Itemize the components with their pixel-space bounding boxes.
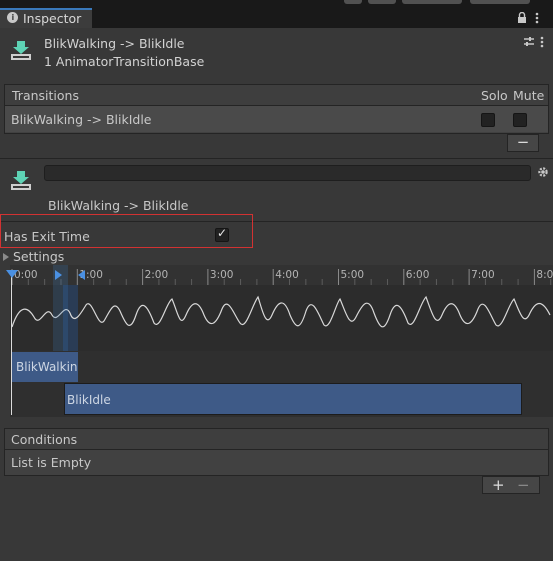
preset-sliders-icon[interactable] — [523, 36, 535, 51]
transitions-header-label: Transitions — [12, 88, 79, 103]
has-exit-time-label: Has Exit Time — [4, 229, 90, 244]
tab-title: Inspector — [23, 11, 82, 26]
lock-icon[interactable] — [517, 11, 527, 27]
transition-end-marker-icon[interactable] — [78, 270, 85, 280]
source-state-label: BlikWalking — [16, 360, 78, 374]
conditions-footer: + − — [482, 476, 540, 494]
timeline-waveform — [10, 285, 553, 351]
conditions-list-body: List is Empty — [4, 450, 549, 476]
transitions-list-body: BlikWalking -> BlikIdle — [4, 106, 549, 134]
mute-column-label: Mute — [513, 88, 545, 103]
ruler-tick-label: 6:00 — [406, 269, 430, 281]
solo-column-label: Solo — [481, 88, 508, 103]
toolbar-button[interactable] — [368, 0, 396, 4]
empty-list-text: List is Empty — [11, 455, 92, 470]
ruler-tick-label: 3:00 — [210, 269, 234, 281]
has-exit-time-checkbox[interactable]: ✓ — [215, 226, 229, 242]
list-item[interactable]: BlikWalking -> BlikIdle — [5, 106, 548, 132]
ruler-tick-label: 5:00 — [341, 269, 365, 281]
transition-start-marker-icon[interactable] — [55, 270, 62, 280]
toolbar-dropdown[interactable] — [470, 0, 530, 4]
conditions-list-header: Conditions — [4, 428, 549, 450]
add-condition-button[interactable]: + — [492, 478, 505, 493]
solo-checkbox[interactable] — [481, 113, 495, 127]
timeline-ruler[interactable]: 0:00 1:00 2:00 3:00 4:00 5:00 6:00 7:00 8:0 — [10, 265, 553, 285]
kebab-menu-icon[interactable] — [540, 36, 544, 51]
conditions-header-label: Conditions — [11, 432, 78, 447]
tab-inspector[interactable]: i Inspector — [0, 8, 92, 28]
triangle-right-icon — [3, 253, 9, 261]
destination-state-label: BlikIdle — [67, 393, 111, 407]
ruler-tick-label: 8:0 — [536, 269, 553, 281]
ruler-tick-label: 7:00 — [471, 269, 495, 281]
page-title: BlikWalking -> BlikIdle — [44, 36, 185, 51]
divider — [0, 158, 553, 159]
ruler-tick-label: 4:00 — [275, 269, 299, 281]
page-subtitle: 1 AnimatorTransitionBase — [44, 54, 205, 69]
checkmark-icon: ✓ — [217, 226, 228, 240]
kebab-menu-icon[interactable] — [535, 12, 539, 27]
transition-icon — [10, 40, 32, 62]
toolbar-dropdown[interactable] — [402, 0, 462, 4]
settings-label: Settings — [13, 249, 65, 264]
playhead[interactable] — [11, 272, 12, 415]
transitions-list-header: Transitions Solo Mute — [4, 84, 549, 106]
transition-icon — [10, 170, 32, 192]
remove-condition-button[interactable]: − — [517, 478, 530, 493]
transition-title: BlikWalking -> BlikIdle — [48, 198, 189, 213]
ruler-tick-label: 2:00 — [145, 269, 169, 281]
mute-checkbox[interactable] — [513, 113, 527, 127]
destination-state-bar[interactable]: BlikIdle — [64, 383, 522, 415]
remove-transition-button[interactable]: − — [507, 134, 539, 152]
source-state-bar[interactable]: BlikWalking — [12, 352, 78, 382]
gear-icon[interactable] — [537, 166, 549, 181]
playhead-marker-icon[interactable] — [6, 270, 18, 278]
transition-row-label: BlikWalking -> BlikIdle — [11, 112, 152, 127]
transition-name-field[interactable] — [44, 165, 531, 181]
has-exit-time-highlight: Has Exit Time ✓ — [0, 214, 253, 248]
toolbar-button[interactable] — [344, 0, 362, 4]
